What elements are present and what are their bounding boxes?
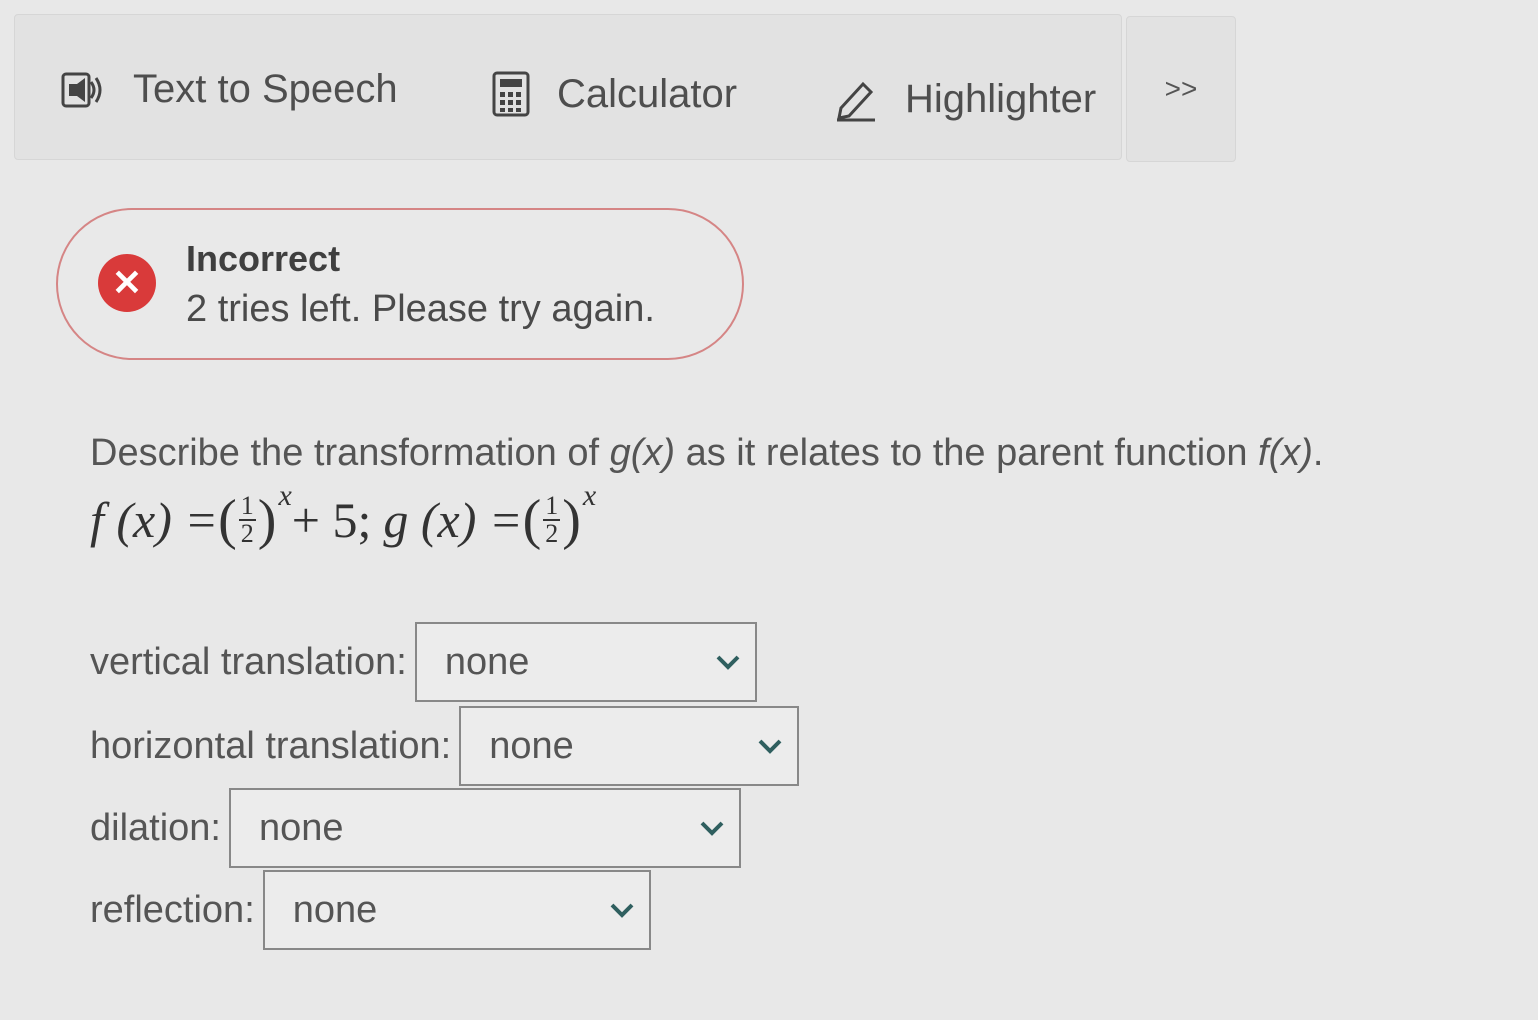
exponent: x bbox=[278, 479, 292, 512]
chevron-down-icon bbox=[757, 737, 783, 755]
vertical-translation-row: vertical translation: none bbox=[90, 622, 757, 702]
paren-open: ( bbox=[522, 489, 542, 551]
formula-f-lhs: f (x) = bbox=[90, 492, 219, 548]
fraction: 1 2 bbox=[238, 491, 256, 548]
feedback-title: Incorrect bbox=[186, 238, 341, 279]
calculator-icon bbox=[491, 71, 531, 117]
dilation-label: dilation: bbox=[90, 806, 221, 849]
select-value: none bbox=[258, 806, 344, 849]
question-f: f(x) bbox=[1258, 432, 1313, 474]
fraction: 1 2 bbox=[543, 491, 561, 548]
reflection-row: reflection: none bbox=[90, 870, 651, 950]
select-value: none bbox=[489, 724, 574, 767]
calculator-button[interactable]: Calculator bbox=[491, 71, 737, 117]
fraction-denominator: 2 bbox=[240, 519, 254, 548]
select-value: none bbox=[444, 640, 530, 683]
fraction-numerator: 1 bbox=[238, 491, 256, 521]
fraction-numerator: 1 bbox=[543, 491, 561, 521]
select-value: none bbox=[292, 888, 378, 931]
highlighter-button[interactable]: Highlighter bbox=[833, 77, 1096, 122]
dilation-row: dilation: none bbox=[90, 788, 741, 868]
paren-close: ) bbox=[562, 489, 581, 551]
reflection-select[interactable]: none bbox=[262, 870, 651, 950]
question-middle: as it relates to the parent function bbox=[675, 432, 1259, 474]
exponent: x bbox=[582, 479, 597, 512]
question-text: Describe the transformation of g(x) as i… bbox=[90, 432, 1323, 475]
formula-f-tail: + 5; bbox=[291, 492, 372, 548]
horizontal-translation-row: horizontal translation: none bbox=[90, 706, 800, 786]
close-icon: ✕ bbox=[98, 254, 156, 312]
paren-open: ( bbox=[218, 489, 237, 551]
paren-close: ) bbox=[257, 489, 277, 551]
reflection-label: reflection: bbox=[90, 888, 255, 931]
horizontal-translation-label: horizontal translation: bbox=[90, 724, 452, 767]
chevron-down-icon bbox=[699, 819, 725, 837]
feedback-message: 2 tries left. Please try again. bbox=[186, 288, 655, 330]
dilation-select[interactable]: none bbox=[228, 788, 741, 868]
chevron-down-icon bbox=[715, 653, 741, 671]
more-tools-button[interactable]: >> bbox=[1126, 16, 1236, 162]
question-g: g(x) bbox=[609, 432, 676, 474]
text-to-speech-button[interactable]: Text to Speech bbox=[61, 67, 398, 112]
highlighter-label: Highlighter bbox=[905, 77, 1097, 121]
speaker-icon bbox=[61, 70, 107, 110]
text-to-speech-label: Text to Speech bbox=[133, 67, 398, 111]
horizontal-translation-select[interactable]: none bbox=[459, 706, 800, 786]
question-suffix: . bbox=[1312, 432, 1324, 474]
feedback-banner: ✕ Incorrect 2 tries left. Please try aga… bbox=[56, 208, 744, 360]
question-prefix: Describe the transformation of bbox=[90, 432, 610, 474]
toolbar: Text to Speech Calculator Highlighter bbox=[14, 14, 1122, 160]
vertical-translation-select[interactable]: none bbox=[414, 622, 757, 702]
vertical-translation-label: vertical translation: bbox=[90, 640, 407, 683]
chevron-down-icon bbox=[609, 901, 635, 919]
formula: f (x) = ( 1 2 ) x + 5; g (x) = ( 1 2 ) x bbox=[90, 479, 596, 552]
pencil-icon bbox=[833, 78, 879, 122]
fraction-denominator: 2 bbox=[545, 519, 559, 548]
calculator-label: Calculator bbox=[557, 71, 738, 116]
formula-g-lhs: g (x) = bbox=[383, 492, 523, 548]
